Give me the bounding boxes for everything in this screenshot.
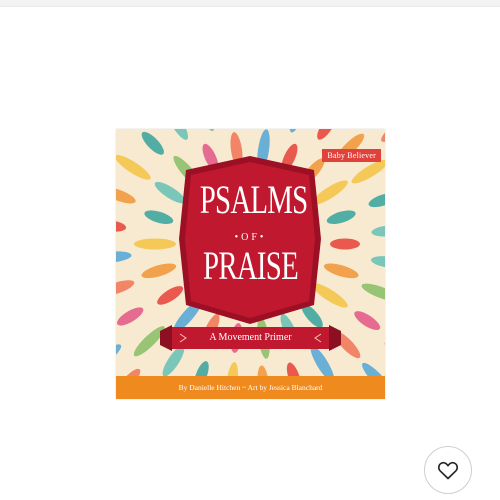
author-credits: By Danielle Hitchen ~ Art by Jessica Bla… <box>116 376 385 399</box>
book-title-connector: •OF• <box>234 232 267 243</box>
book-subtitle: A Movement Primer <box>209 332 292 343</box>
decorative-petal <box>330 238 360 250</box>
top-divider <box>0 0 500 7</box>
series-badge: Baby Believer <box>322 149 381 162</box>
heart-outline-icon <box>437 461 459 480</box>
book-cover-image[interactable]: Baby Believer PSALMS •OF• PRAISE A Movem… <box>116 129 385 399</box>
favorite-button[interactable] <box>424 446 472 494</box>
book-title-line1: PSALMS <box>199 177 308 222</box>
decorative-petal <box>134 238 176 250</box>
book-title-line2: PRAISE <box>203 243 299 288</box>
